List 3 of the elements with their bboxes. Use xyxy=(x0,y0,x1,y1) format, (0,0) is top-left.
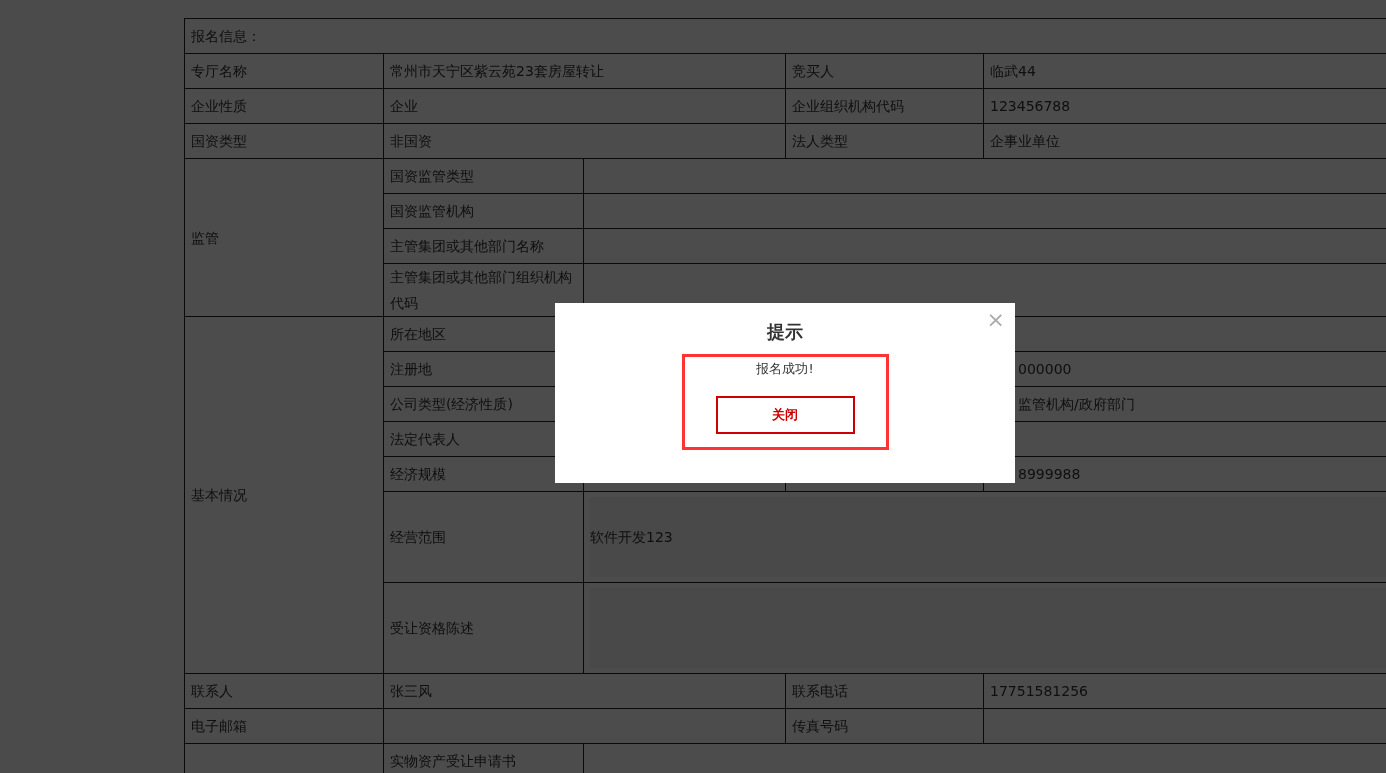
close-button[interactable]: 关闭 xyxy=(715,396,855,434)
dialog-message: 报名成功! xyxy=(756,360,814,378)
dialog-title: 提示 xyxy=(767,320,803,344)
